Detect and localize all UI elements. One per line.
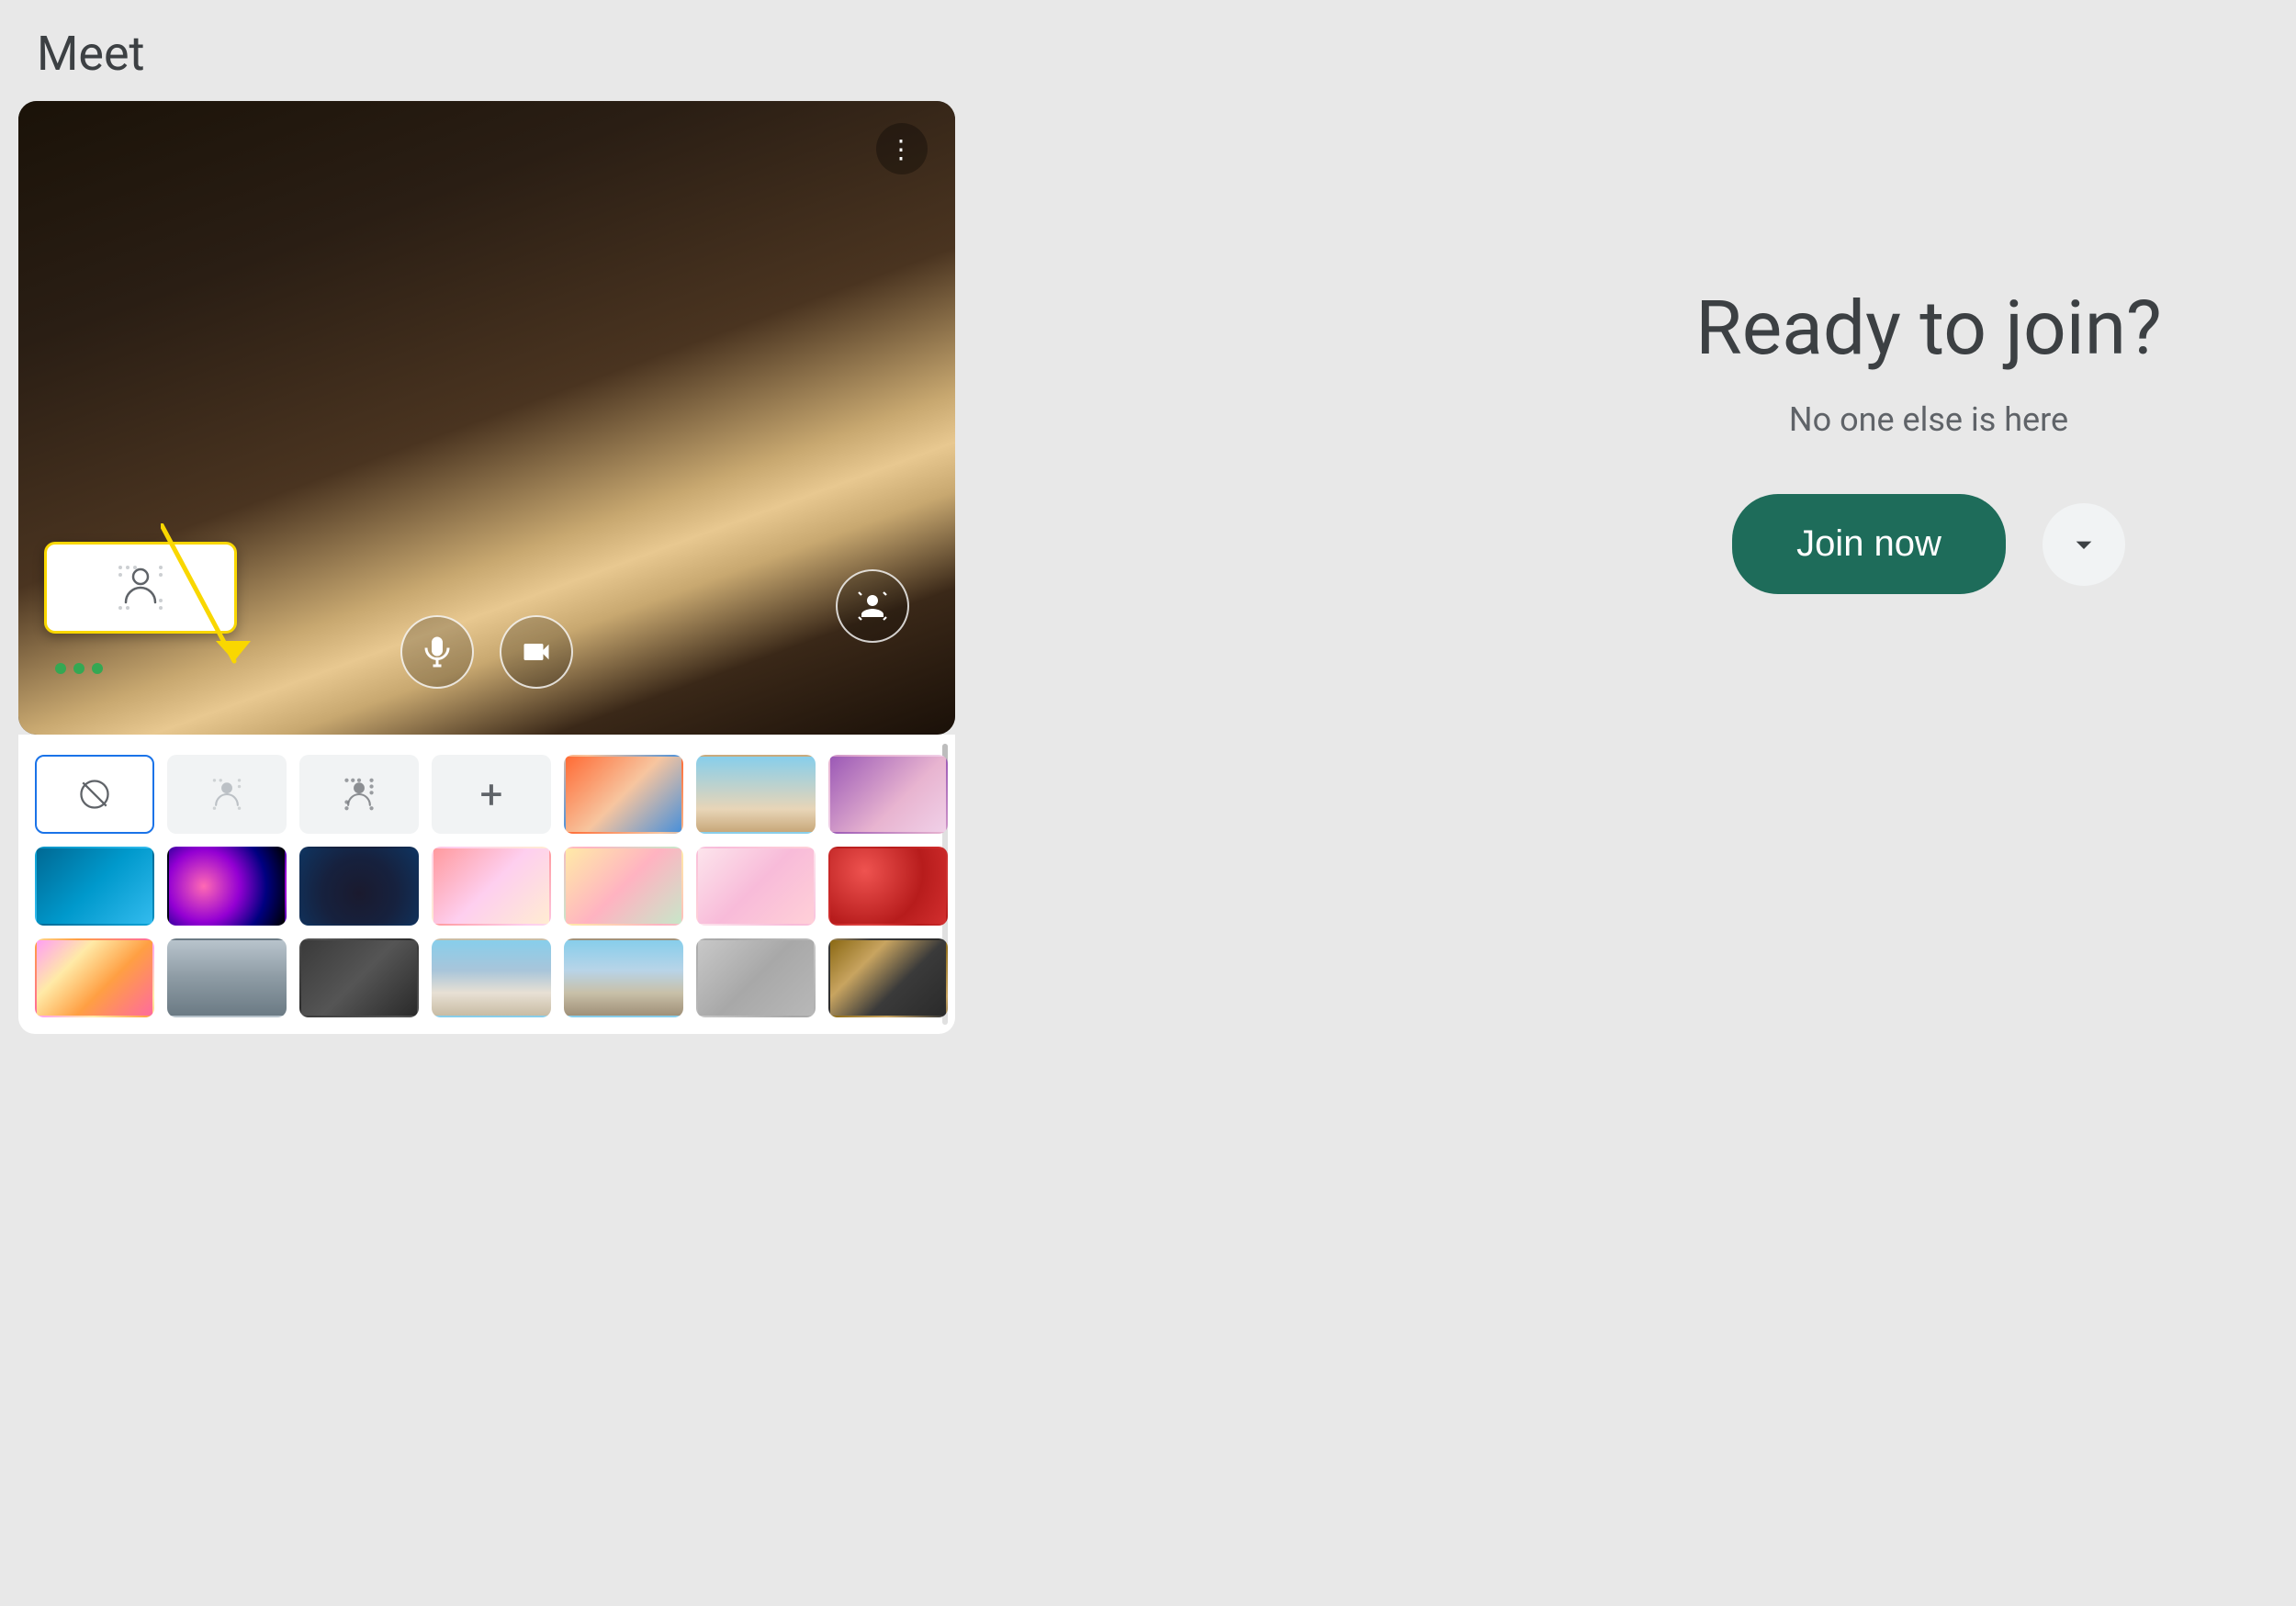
microphone-button[interactable] — [400, 615, 474, 689]
bg-item-fireworks[interactable] — [299, 847, 419, 926]
present-options-button[interactable] — [2043, 503, 2125, 586]
join-buttons-container: Join now — [1732, 494, 2125, 594]
visual-effects-button[interactable] — [836, 569, 909, 643]
visual-effects-icon — [856, 590, 889, 623]
microphone-icon — [421, 635, 454, 668]
bg-item-oil-rig[interactable] — [564, 938, 683, 1017]
bg-item-library[interactable] — [828, 938, 948, 1017]
ready-title: Ready to join? — [1695, 285, 2162, 373]
bg-item-no-effect[interactable] — [35, 755, 154, 834]
bg-row-2 — [35, 847, 939, 926]
app-title: Meet — [37, 26, 145, 82]
background-panel: + — [18, 735, 955, 1034]
bg-item-red-dots[interactable] — [828, 847, 948, 926]
bg-item-ocean[interactable] — [35, 847, 154, 926]
bg-row-3 — [35, 938, 939, 1017]
bg-item-flowers[interactable] — [432, 847, 551, 926]
bg-row-1: + — [35, 755, 939, 834]
bg-item-cherry[interactable] — [564, 847, 683, 926]
dot-3 — [92, 663, 103, 674]
camera-icon — [520, 635, 553, 668]
bg-item-sunset[interactable] — [564, 755, 683, 834]
slight-blur-icon — [207, 774, 247, 814]
right-panel: Ready to join? No one else is here Join … — [1561, 101, 2296, 594]
background-effect-icon — [111, 558, 170, 617]
bg-item-sky[interactable] — [696, 755, 816, 834]
dot-2 — [73, 663, 84, 674]
no-effect-icon — [76, 776, 113, 813]
bg-item-confetti[interactable] — [35, 938, 154, 1017]
bg-item-mountains[interactable] — [432, 938, 551, 1017]
heavy-blur-icon — [339, 774, 379, 814]
camera-button[interactable] — [500, 615, 573, 689]
bg-item-corridor[interactable] — [167, 938, 287, 1017]
join-now-button[interactable]: Join now — [1732, 494, 2006, 594]
bg-item-heavy-blur[interactable] — [299, 755, 419, 834]
bg-item-desert[interactable] — [299, 938, 419, 1017]
bg-item-nebula[interactable] — [167, 847, 287, 926]
video-preview: ⋮ — [18, 101, 955, 735]
more-options-icon: ⋮ — [888, 134, 916, 164]
bg-item-purple[interactable] — [828, 755, 948, 834]
more-options-dots[interactable] — [55, 663, 103, 674]
video-more-options-button[interactable]: ⋮ — [876, 123, 928, 174]
chevron-down-icon — [2065, 526, 2102, 563]
bg-item-slight-blur[interactable] — [167, 755, 287, 834]
add-icon: + — [480, 774, 503, 814]
controls-bar — [18, 615, 955, 689]
dot-1 — [55, 663, 66, 674]
no-one-text: No one else is here — [1789, 400, 2068, 439]
bg-item-office[interactable] — [696, 938, 816, 1017]
bg-item-pink-soft[interactable] — [696, 847, 816, 926]
bg-item-add[interactable]: + — [432, 755, 551, 834]
